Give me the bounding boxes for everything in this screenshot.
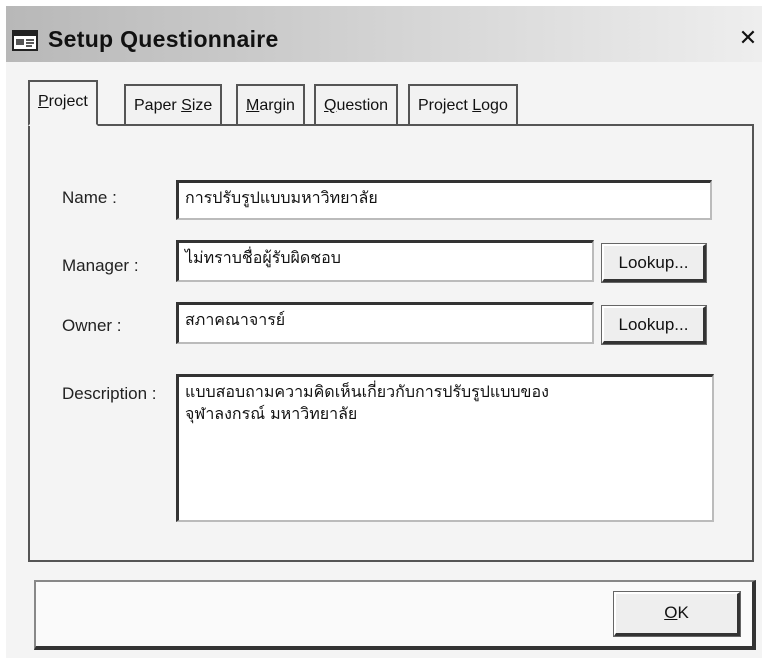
tab-project[interactable]: Project [28,80,98,126]
ok-label-rest: K [677,603,689,622]
name-label: Name : [62,188,117,207]
ok-accel: O [664,603,678,622]
tab-label-rest: argin [259,97,295,114]
manager-lookup-button[interactable]: Lookup... [601,243,707,283]
owner-lookup-button[interactable]: Lookup... [601,305,707,345]
tab-label-rest: uestion [336,97,389,114]
window-title: Setup Questionnaire [48,26,279,52]
window-app-icon [12,30,38,51]
tab-label-pre: Paper [134,97,182,114]
name-field[interactable]: การปรับรูปแบบมหาวิทยาลัย [176,180,712,220]
tab-margin[interactable]: Margin [236,84,305,124]
tab-accel: L [472,97,482,114]
description-label: Description : [62,384,157,403]
project-tab-panel: Name : การปรับรูปแบบมหาวิทยาลัย Manager … [28,124,754,562]
tab-accel: S [181,97,192,114]
owner-label: Owner : [62,316,122,335]
tab-paper-size[interactable]: Paper Size [124,84,223,124]
tab-accel: M [246,97,260,114]
ok-button[interactable]: OK [613,591,741,637]
close-icon: ✕ [738,25,758,50]
tab-question[interactable]: Question [314,84,399,124]
tab-label-rest: ize [191,97,213,114]
tab-accel: P [38,93,49,110]
tab-project-logo[interactable]: Project Logo [408,84,518,124]
manager-label: Manager : [62,256,139,275]
owner-field[interactable]: สภาคณาจารย์ [176,302,594,344]
close-button[interactable]: ✕ [738,26,758,50]
title-bar[interactable]: Setup Questionnaire ✕ [6,6,762,62]
dialog-footer: OK [34,580,756,650]
tab-label-pre: Project [418,97,473,114]
tab-label-rest: ogo [481,97,508,114]
tab-label-rest: roject [48,93,88,110]
setup-questionnaire-window: Setup Questionnaire ✕ Project Paper Size… [6,6,762,658]
tab-accel: Q [324,97,337,114]
description-field[interactable]: แบบสอบถามความคิดเห็นเกี่ยวกับการปรับรูปแ… [176,374,714,522]
manager-field[interactable]: ไม่ทราบชื่อผู้รับผิดชอบ [176,240,594,282]
